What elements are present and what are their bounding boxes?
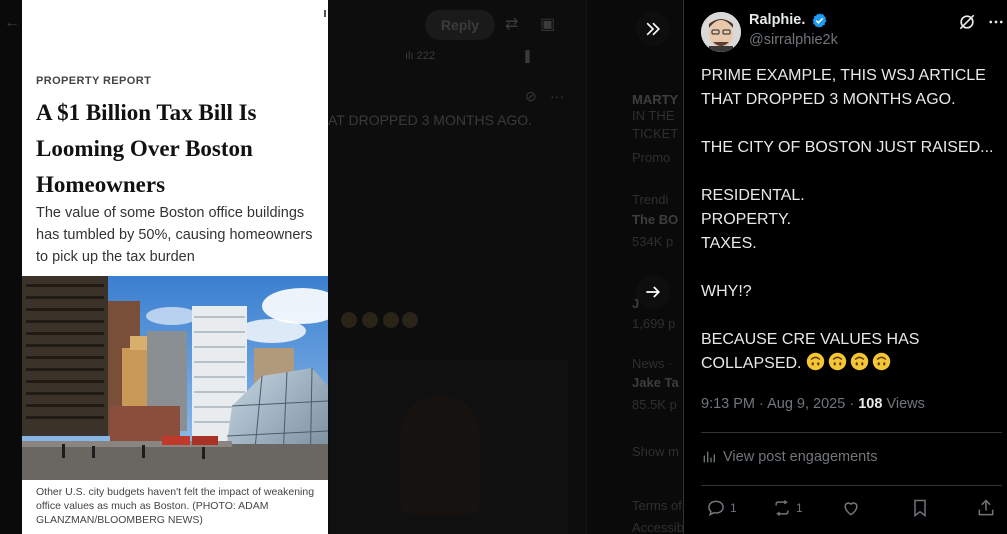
- background-left-column: [0, 0, 22, 534]
- background-grok-icon: ⊘: [525, 88, 537, 104]
- view-engagements-link[interactable]: View post engagements: [701, 449, 878, 465]
- background-reply-button: Reply: [425, 10, 495, 40]
- article-headline: A $1 Billion Tax Bill Is Looming Over Bo…: [36, 100, 257, 197]
- background-sidebar-text: Terms of: [632, 498, 682, 513]
- post-meta: 9:13 PM · Aug 9, 2025 · 108 Views: [701, 396, 925, 412]
- repost-count: 1: [796, 501, 803, 515]
- article-image[interactable]: PROPERTY REPORT A $1 Billion Tax Bill Is…: [22, 0, 328, 534]
- grok-icon[interactable]: [957, 12, 977, 32]
- background-emoji: [362, 312, 378, 328]
- background-sidebar-text: Trendi: [632, 192, 669, 207]
- background-sidebar-text: News ·: [632, 356, 673, 371]
- background-sidebar-text: TICKET: [632, 126, 679, 141]
- upside-down-face-emoji-icon: [850, 352, 869, 371]
- reply-count: 1: [730, 501, 737, 515]
- chevron-double-right-icon: [646, 22, 661, 36]
- article-kicker: PROPERTY REPORT: [36, 75, 152, 87]
- display-name[interactable]: Ralphie.: [749, 12, 805, 28]
- background-sidebar-text: 85.5K p: [632, 397, 677, 412]
- post-detail-pane: Ralphie. @sirralphie2k PRIME EXAMPLE, TH…: [683, 0, 1007, 534]
- reply-button[interactable]: 1: [706, 498, 737, 518]
- background-emoji: [402, 312, 418, 328]
- scroll-indicator: [324, 10, 326, 17]
- post-text-body: PRIME EXAMPLE, THIS WSJ ARTICLE THAT DRO…: [701, 67, 994, 372]
- repost-button[interactable]: 1: [772, 498, 803, 518]
- background-sidebar-text: Show m: [632, 444, 679, 459]
- background-sidebar-text: Promo: [632, 150, 671, 165]
- divider: [701, 485, 1002, 486]
- article-caption: Other U.S. city budgets haven't felt the…: [36, 486, 315, 526]
- more-icon[interactable]: [987, 13, 1005, 31]
- verified-badge-icon: [812, 13, 827, 28]
- background-sidebar-text: Accessib: [632, 520, 683, 534]
- background-photo-subject: [400, 395, 480, 515]
- share-icon: [978, 499, 994, 516]
- back-arrow-icon: ←: [4, 14, 20, 31]
- background-emoji: [383, 312, 399, 328]
- post-date[interactable]: Aug 9, 2025: [767, 396, 845, 412]
- background-bookmark-icon: ❚: [522, 48, 533, 63]
- background-sidebar-text: MARTY: [632, 92, 679, 107]
- background-sidebar-text: 1,699 p: [632, 316, 676, 331]
- background-more-icon: ···: [550, 88, 564, 104]
- avatar-image: [701, 12, 741, 52]
- bookmark-button[interactable]: [910, 498, 930, 518]
- article-dek: The value of some Boston office building…: [36, 205, 313, 265]
- collapse-panel-button[interactable]: [636, 12, 670, 46]
- avatar[interactable]: [701, 12, 741, 52]
- article-photo: [22, 276, 328, 480]
- emoji-group: [806, 352, 891, 371]
- layout-icon: ▣: [540, 16, 556, 33]
- like-button[interactable]: [841, 498, 865, 518]
- background-views: ılı 222: [405, 50, 435, 62]
- post-text: PRIME EXAMPLE, THIS WSJ ARTICLE THAT DRO…: [701, 64, 1001, 376]
- upside-down-face-emoji-icon: [806, 352, 825, 371]
- background-sidebar-text: 534K p: [632, 234, 674, 249]
- views-count: 108: [858, 396, 883, 412]
- background-sidebar-text: IN THE: [632, 108, 675, 123]
- views-label: Views: [886, 396, 925, 412]
- settings-icon: ⇄: [505, 16, 519, 33]
- bookmark-icon: [914, 499, 926, 517]
- background-sidebar-text: Jake Ta: [632, 375, 679, 390]
- arrow-right-icon: [646, 286, 661, 298]
- background-emoji: [341, 312, 357, 328]
- analytics-icon: [703, 451, 715, 463]
- share-button[interactable]: [976, 498, 996, 518]
- post-time[interactable]: 9:13 PM: [701, 396, 755, 412]
- upside-down-face-emoji-icon: [828, 352, 847, 371]
- handle[interactable]: @sirralphie2k: [749, 32, 838, 48]
- engagements-label: View post engagements: [723, 449, 878, 465]
- reply-icon: [708, 500, 724, 517]
- upside-down-face-emoji-icon: [872, 352, 891, 371]
- heart-icon: [844, 502, 858, 516]
- divider: [701, 432, 1002, 433]
- repost-icon: [775, 499, 789, 517]
- background-post-text: AT DROPPED 3 MONTHS AGO.: [328, 112, 533, 128]
- next-media-button[interactable]: [636, 275, 670, 309]
- background-sidebar-text: The BO: [632, 212, 679, 227]
